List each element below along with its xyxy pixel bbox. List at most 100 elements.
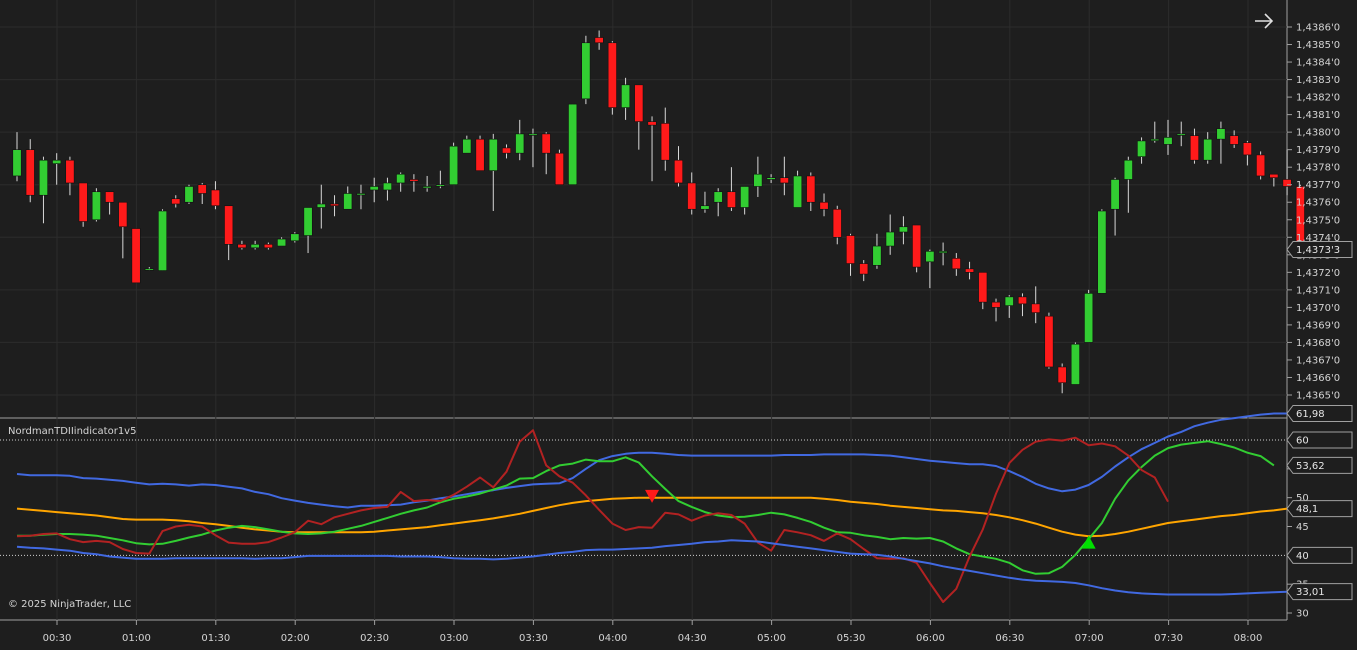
candle[interactable] — [726, 167, 736, 211]
candle[interactable] — [581, 35, 591, 105]
candle[interactable] — [885, 214, 895, 255]
candle[interactable] — [1110, 177, 1120, 236]
candle[interactable] — [502, 144, 512, 159]
price-candles[interactable] — [12, 30, 1305, 394]
candle[interactable] — [422, 175, 432, 192]
candle[interactable] — [12, 132, 22, 182]
candle[interactable] — [673, 146, 683, 187]
candle[interactable] — [1070, 342, 1080, 385]
candle[interactable] — [118, 201, 128, 259]
candle[interactable] — [925, 249, 935, 289]
candle[interactable] — [330, 195, 340, 217]
indicator-lines[interactable] — [16, 412, 1288, 603]
candle[interactable] — [634, 84, 644, 150]
candle[interactable] — [250, 240, 260, 250]
candle[interactable] — [1203, 132, 1213, 164]
candle[interactable] — [951, 253, 961, 276]
candle[interactable] — [25, 139, 35, 203]
candle[interactable] — [263, 242, 273, 250]
candle[interactable] — [1176, 121, 1186, 147]
candle[interactable] — [965, 261, 975, 280]
candle[interactable] — [779, 156, 789, 196]
chart-canvas[interactable]: 1,4386'0 1,4385'0 1,4384'0 1,4383'0 1,4382'0… — [0, 0, 1357, 650]
candle[interactable] — [343, 186, 353, 210]
candle[interactable] — [832, 205, 842, 245]
candle[interactable] — [845, 233, 855, 276]
candle[interactable] — [224, 205, 234, 261]
candle[interactable] — [991, 298, 1001, 322]
candle[interactable] — [184, 184, 194, 204]
candle[interactable] — [912, 224, 922, 273]
candle[interactable] — [806, 172, 816, 211]
candle[interactable] — [1031, 286, 1041, 324]
candle[interactable] — [65, 156, 75, 196]
candle[interactable] — [78, 182, 88, 227]
candle[interactable] — [1256, 151, 1266, 180]
candle[interactable] — [1282, 149, 1292, 196]
candle[interactable] — [594, 30, 604, 50]
candle[interactable] — [1084, 289, 1094, 343]
candle[interactable] — [541, 132, 551, 175]
candle[interactable] — [144, 267, 154, 271]
candle[interactable] — [1163, 119, 1173, 155]
candle[interactable] — [528, 128, 538, 168]
candle[interactable] — [859, 260, 869, 282]
candle[interactable] — [647, 116, 657, 182]
candle[interactable] — [872, 233, 882, 269]
candle[interactable] — [1242, 140, 1252, 166]
candle[interactable] — [356, 184, 366, 210]
candle[interactable] — [1057, 363, 1067, 394]
candle[interactable] — [449, 142, 459, 186]
candle[interactable] — [52, 153, 62, 185]
signal-line[interactable] — [17, 440, 1275, 575]
candle[interactable] — [607, 41, 617, 115]
candle[interactable] — [131, 228, 141, 284]
candle[interactable] — [462, 135, 472, 154]
candle[interactable] — [488, 133, 498, 211]
candle[interactable] — [475, 135, 485, 171]
candle[interactable] — [38, 156, 48, 224]
candle[interactable] — [1004, 295, 1014, 318]
candle[interactable] — [210, 181, 220, 210]
candle[interactable] — [316, 184, 326, 229]
ninjatrader-chart[interactable]: 1,4386'0 1,4385'0 1,4384'0 1,4383'0 1,4382'0… — [0, 0, 1357, 650]
candle[interactable] — [382, 177, 392, 201]
candle[interactable] — [1017, 293, 1027, 317]
candle[interactable] — [515, 119, 525, 161]
candle[interactable] — [303, 207, 313, 254]
candle[interactable] — [237, 240, 247, 250]
candle[interactable] — [197, 182, 207, 204]
candle[interactable] — [158, 209, 168, 271]
candle[interactable] — [740, 186, 750, 215]
candle[interactable] — [171, 195, 181, 208]
candle[interactable] — [1137, 137, 1147, 164]
candle[interactable] — [938, 242, 948, 266]
candle[interactable] — [766, 174, 776, 183]
candle[interactable] — [978, 272, 988, 310]
arrow-right-icon[interactable] — [1255, 13, 1274, 29]
candle[interactable] — [554, 149, 564, 186]
candle[interactable] — [621, 77, 631, 120]
candle[interactable] — [793, 170, 803, 208]
candle[interactable] — [277, 237, 287, 247]
candle[interactable] — [409, 174, 419, 192]
candle[interactable] — [819, 193, 829, 217]
lower-band-line[interactable] — [16, 539, 1288, 596]
candle[interactable] — [753, 156, 763, 197]
time-axis[interactable]: 00:30 01:00 01:30 02:00 02:30 03:00 03:30 04:00… — [43, 620, 1263, 644]
indicator-axis[interactable]: 3035404550556061,9853,6248,133,016040 — [1286, 404, 1353, 620]
candle[interactable] — [105, 191, 115, 215]
candle[interactable] — [687, 172, 697, 215]
candle[interactable] — [369, 177, 379, 203]
candle[interactable] — [1216, 121, 1226, 164]
candle[interactable] — [435, 170, 445, 189]
candle[interactable] — [1189, 128, 1199, 164]
candle[interactable] — [713, 188, 723, 217]
candle[interactable] — [898, 216, 908, 245]
candle[interactable] — [700, 191, 710, 213]
candle[interactable] — [568, 103, 578, 186]
candle[interactable] — [1097, 209, 1107, 294]
candle[interactable] — [1229, 130, 1239, 148]
candle[interactable] — [396, 172, 406, 192]
candle[interactable] — [290, 232, 300, 243]
